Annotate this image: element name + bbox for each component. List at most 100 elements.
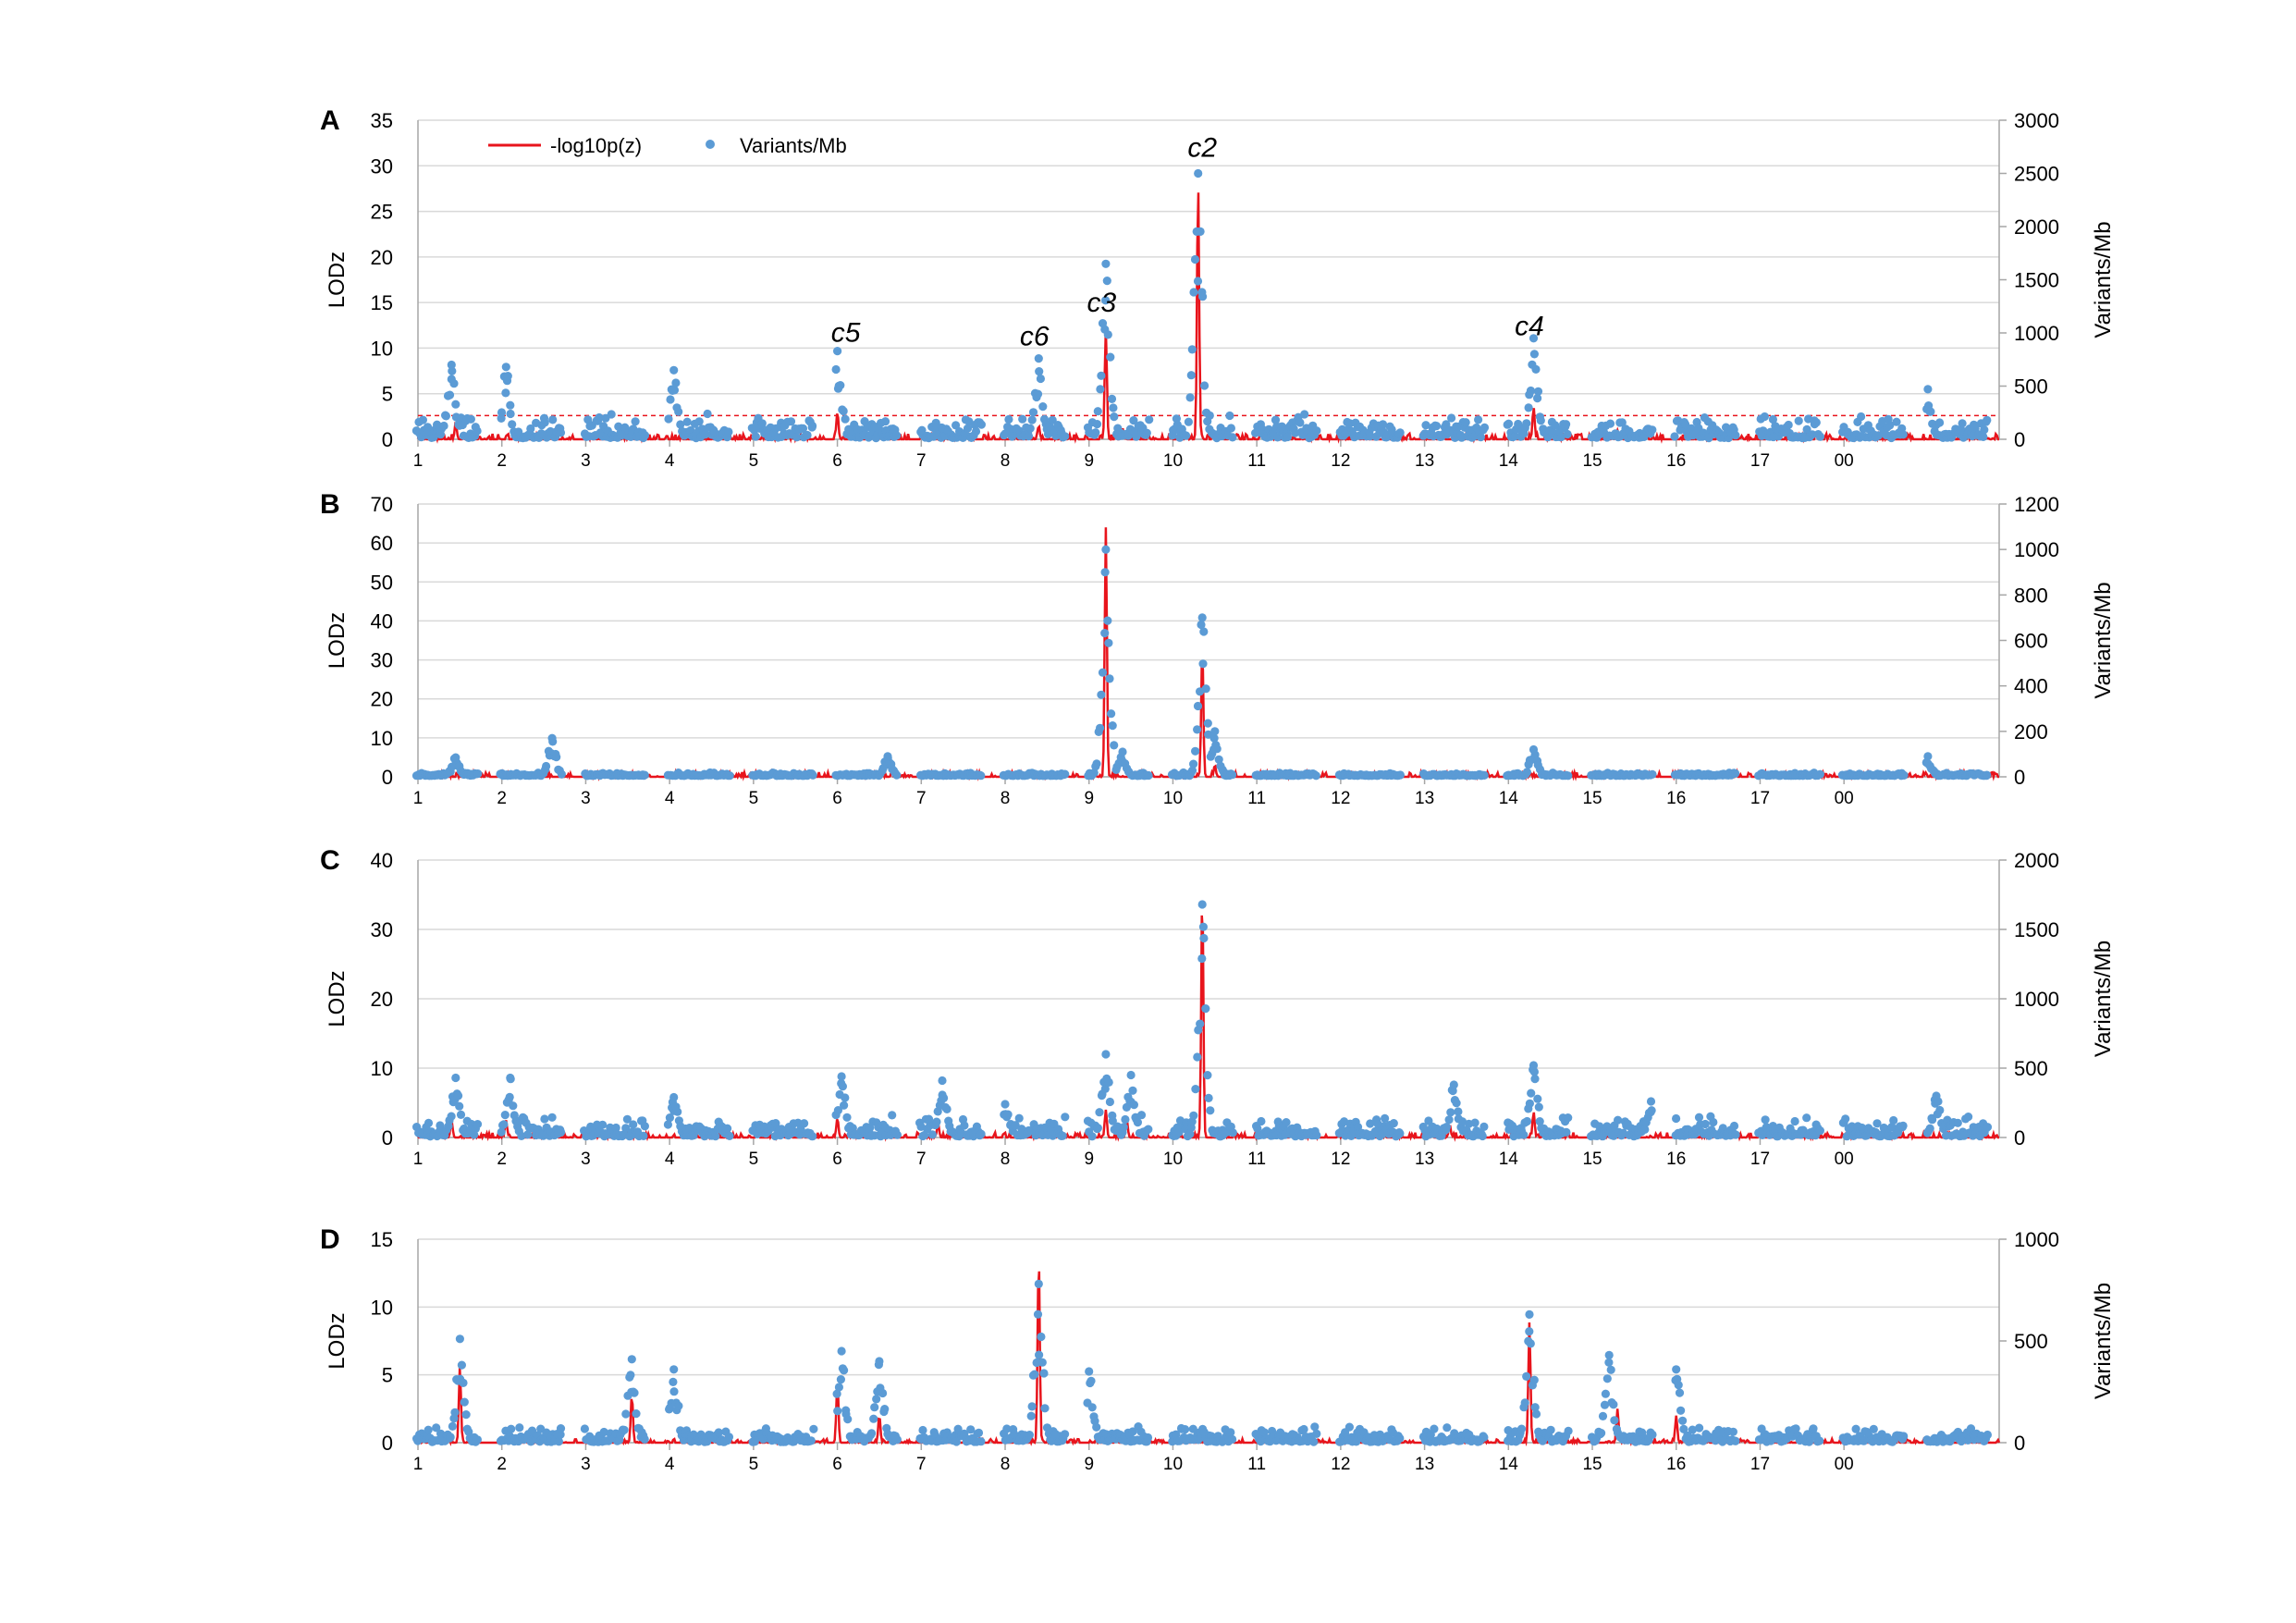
y-tick-label: 10 (371, 1057, 393, 1080)
variant-point (1312, 1131, 1321, 1140)
variant-peak-point (1034, 354, 1043, 363)
variant-point (724, 1432, 734, 1442)
x-tick-label: 4 (665, 1150, 675, 1169)
variant-point (1181, 1425, 1190, 1434)
variant-point (1564, 1113, 1573, 1123)
x-tick-label: 16 (1666, 1455, 1686, 1474)
variant-peak-point (1932, 1091, 1941, 1100)
variant-peak-point (1923, 385, 1933, 394)
y2-tick-label: 1000 (2014, 1228, 2059, 1251)
variant-point (1035, 1350, 1044, 1359)
y2-tick-label: 0 (2014, 1126, 2025, 1150)
variant-point (506, 409, 515, 419)
variant-point (1935, 1105, 1945, 1115)
variant-point (1030, 1370, 1039, 1379)
y-tick-label: 20 (371, 688, 393, 711)
variant-point (455, 1101, 464, 1111)
variant-peak-point (1085, 1367, 1094, 1376)
variant-point (870, 1403, 879, 1412)
x-tick-label: 11 (1247, 789, 1266, 808)
x-tick-label: 8 (1001, 1455, 1011, 1474)
variant-peak-point (627, 1355, 636, 1364)
variant-point (831, 364, 841, 375)
variant-point (1395, 770, 1405, 780)
variant-point (927, 1130, 938, 1139)
variant-point (751, 432, 760, 441)
y-tick-label: 0 (382, 1126, 393, 1150)
variant-point (1103, 330, 1112, 339)
variant-point (1869, 1424, 1878, 1433)
variant-point (1602, 1374, 1612, 1383)
variant-point (786, 417, 796, 426)
variant-point (1964, 1113, 1973, 1122)
y-tick-label: 15 (371, 291, 393, 314)
variant-point (1606, 1365, 1615, 1374)
variant-point (1105, 1097, 1114, 1107)
variant-point (1092, 759, 1101, 768)
variant-point (1189, 1111, 1198, 1120)
variant-point (1447, 413, 1456, 423)
y2-tick-label: 800 (2014, 584, 2048, 607)
variant-peak-point (1529, 1061, 1539, 1070)
x-tick-label: 10 (1163, 451, 1183, 471)
variant-point (1678, 1416, 1688, 1425)
variant-point (418, 415, 427, 424)
x-tick-label: 5 (749, 1455, 759, 1474)
variant-peak-point (1194, 168, 1203, 178)
y-tick-label: 5 (382, 1364, 393, 1387)
variant-peak-point (451, 753, 460, 762)
variant-point (632, 1409, 641, 1419)
variant-point (1980, 425, 1989, 435)
variants-points (411, 168, 1992, 443)
y2-tick-label: 500 (2014, 1057, 2048, 1080)
y-axis-label: LODz (325, 970, 350, 1027)
variant-point (1198, 292, 1208, 301)
x-tick-label: 5 (749, 1150, 759, 1169)
variant-peak-point (1101, 259, 1111, 268)
y-tick-label: 0 (382, 766, 393, 789)
variant-point (1640, 1125, 1650, 1134)
variant-point (1525, 1327, 1534, 1336)
variant-point (1925, 1124, 1934, 1133)
y-tick-label: 10 (371, 337, 393, 360)
variant-point (1104, 638, 1113, 647)
variant-point (1395, 1433, 1405, 1443)
variant-point (450, 1408, 460, 1417)
variant-point (424, 1118, 434, 1127)
variant-point (509, 1101, 518, 1111)
variant-point (843, 1415, 853, 1424)
variant-point (466, 414, 475, 424)
variant-point (451, 400, 460, 409)
variant-point (1729, 1121, 1739, 1131)
variant-point (1672, 1113, 1681, 1124)
y2-tick-label: 2500 (2014, 163, 2059, 186)
variant-point (640, 1434, 649, 1444)
variant-point (1300, 410, 1309, 419)
variant-point (446, 1432, 455, 1442)
variants-points (412, 900, 1993, 1141)
variant-point (580, 1424, 590, 1433)
variant-point (723, 1124, 732, 1133)
variant-peak-point (938, 1076, 947, 1086)
variant-point (1025, 424, 1035, 433)
panel-A: A05101520253035050010001500200025003000L… (320, 105, 2116, 471)
variant-point (1529, 350, 1539, 359)
variant-point (1027, 1402, 1037, 1411)
variant-peak-point (1034, 1279, 1043, 1288)
variant-point (1033, 1309, 1043, 1319)
x-tick-label: 17 (1750, 789, 1770, 808)
variant-point (1197, 953, 1207, 964)
y2-tick-label: 2000 (2014, 849, 2059, 872)
y2-tick-label: 400 (2014, 675, 2048, 698)
variant-point (1097, 690, 1106, 699)
y-tick-label: 40 (371, 609, 393, 633)
variant-point (839, 406, 848, 416)
variant-point (1103, 616, 1112, 625)
variant-point (1531, 364, 1541, 374)
y-tick-label: 60 (371, 532, 393, 555)
variant-point (1312, 426, 1321, 436)
variant-point (548, 415, 558, 424)
variant-peak-point (669, 365, 679, 375)
variant-point (1184, 417, 1193, 426)
variant-point (976, 1129, 986, 1138)
